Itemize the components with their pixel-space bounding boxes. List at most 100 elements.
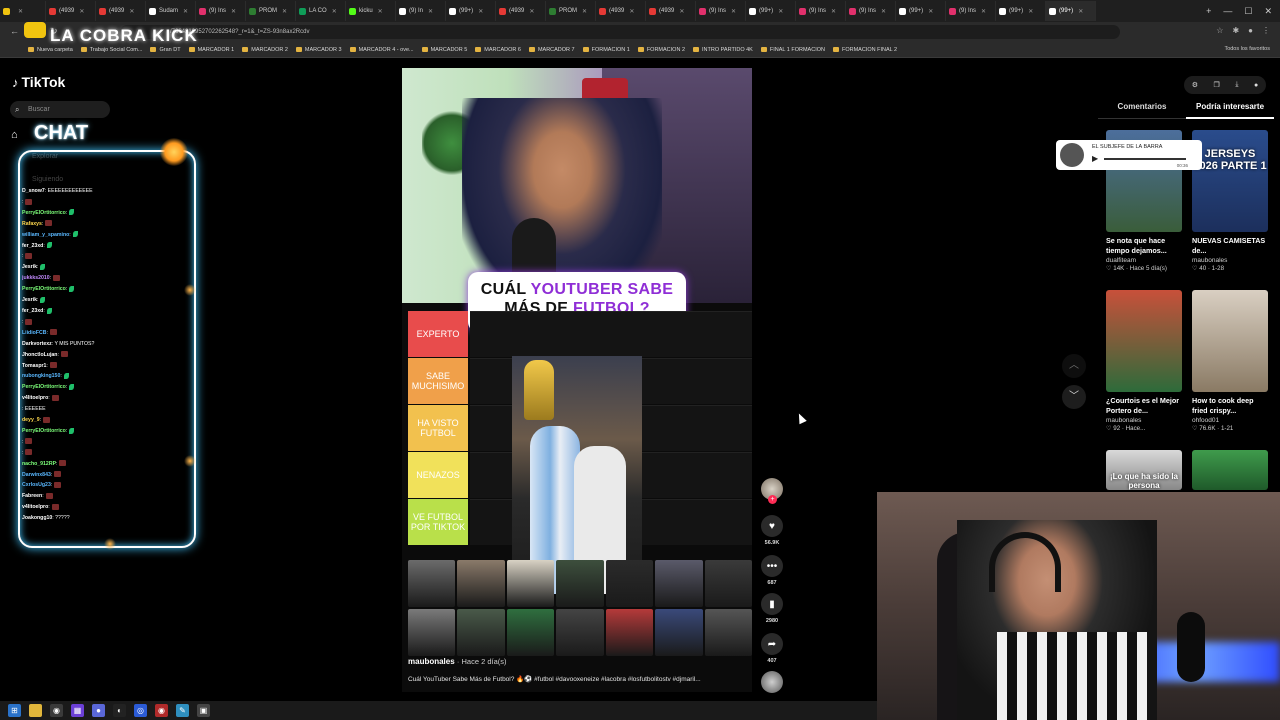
back-icon[interactable]: ← — [10, 26, 19, 36]
settings-icon[interactable]: ⚙ — [1192, 81, 1198, 89]
tab-close-icon[interactable]: ✕ — [778, 8, 783, 15]
profile-icon[interactable]: ● — [1248, 26, 1253, 35]
tab-close-icon[interactable]: ✕ — [282, 8, 287, 15]
profile-avatar-icon[interactable]: ● — [1254, 82, 1258, 89]
chat-username[interactable]: william_y_spamino — [22, 232, 69, 238]
browser-tab[interactable]: (99+) ✕ — [996, 1, 1046, 21]
bookmark-item[interactable]: Nueva carpeta — [28, 47, 73, 53]
tab-close-icon[interactable]: ✕ — [831, 8, 836, 15]
tab-close-icon[interactable]: ✕ — [129, 8, 134, 15]
tab-close-icon[interactable]: ✕ — [1028, 8, 1033, 15]
browser-tab[interactable]: PROM ✕ — [246, 1, 296, 21]
chat-username[interactable]: fer_23xd — [22, 243, 43, 249]
chat-username[interactable]: jukkks2010 — [22, 275, 50, 281]
browser-tab[interactable]: (4939 ✕ — [596, 1, 646, 21]
browser-tab[interactable]: (9) Ins ✕ — [196, 1, 246, 21]
tab-close-icon[interactable]: ✕ — [332, 8, 337, 15]
browser-tab[interactable]: (9) Ins ✕ — [946, 1, 996, 21]
chat-username[interactable]: Joakongg10 — [22, 515, 52, 521]
browser-tab[interactable]: (99+) ✕ — [896, 1, 946, 21]
audio-player-widget[interactable]: EL SUBJEFE DE LA BARRA ▶ 00:36 — [1056, 140, 1202, 170]
tiktok-logo[interactable]: ♪ TikTok — [12, 74, 65, 90]
close-window-icon[interactable]: ✕ — [1264, 6, 1272, 17]
chat-username[interactable]: Darwinx843 — [22, 472, 51, 478]
browser-tab[interactable]: (99+) ✕ — [746, 1, 796, 21]
bookmark-item[interactable]: MARCADOR 6 — [475, 47, 521, 53]
tab-close-icon[interactable]: ✕ — [183, 8, 188, 15]
chat-username[interactable]: PerryElOrtitorrico — [22, 428, 66, 434]
chat-username[interactable]: v4litoelpro — [22, 395, 48, 401]
tab-close-icon[interactable]: ✕ — [928, 8, 933, 15]
chat-username[interactable]: Rafaxys — [22, 221, 42, 227]
browser-tab[interactable]: Sudam ✕ — [146, 1, 196, 21]
tab-close-icon[interactable]: ✕ — [378, 8, 383, 15]
browser-tab[interactable]: kicku ✕ — [346, 1, 396, 21]
home-icon[interactable]: ⌂ — [11, 129, 18, 141]
tab-close-icon[interactable]: ✕ — [629, 8, 634, 15]
tab-close-icon[interactable]: ✕ — [428, 8, 433, 15]
bookmark-item[interactable]: INTRO PARTIDO 4K — [693, 47, 753, 53]
browser-tab[interactable]: (9) In ✕ — [396, 1, 446, 21]
star-icon[interactable]: ☆ — [1216, 26, 1223, 35]
chat-username[interactable]: deyy_9 — [22, 417, 40, 423]
chat-username[interactable]: CxrlosUg23 — [22, 482, 51, 488]
extension-icon[interactable]: ✱ — [1232, 26, 1239, 35]
tab-close-icon[interactable]: ✕ — [79, 8, 84, 15]
browser-icon[interactable]: ◎ — [134, 704, 147, 717]
chat-username[interactable]: PerryElOrtitorrico — [22, 286, 66, 292]
download-icon[interactable]: ⤓ — [1235, 81, 1238, 89]
bookmark-item[interactable]: MARCADOR 2 — [242, 47, 288, 53]
app-grid-icon[interactable]: ▦ — [71, 704, 84, 717]
audio-progress[interactable] — [1104, 158, 1186, 160]
chat-username[interactable]: PerryElOrtitorrico — [22, 210, 66, 216]
share-button[interactable]: ➦ 407 — [760, 633, 784, 664]
chat-username[interactable]: Tomaspr1 — [22, 363, 46, 369]
browser-tab[interactable]: ✕ — [0, 1, 46, 21]
bookmark-item[interactable]: FORMACION 1 — [582, 47, 630, 53]
chat-username[interactable]: Fabreen — [22, 493, 42, 499]
chat-username[interactable]: v4litoelpro — [22, 504, 48, 510]
browser-tab[interactable]: (4939 ✕ — [646, 1, 696, 21]
video-player[interactable]: CUÁL YOUTUBER SABE MÁS DE FUTBOL? EXPERT… — [402, 68, 752, 692]
music-disc-icon[interactable] — [761, 671, 783, 693]
chat-username[interactable]: nacho_912RP — [22, 461, 56, 467]
bookmark-item[interactable]: Trabajo Social Com... — [80, 47, 142, 53]
chat-username[interactable]: LiidioFCB — [22, 330, 47, 336]
browser-tab[interactable]: LA CO ✕ — [296, 1, 346, 21]
bookmark-item[interactable]: Gran DT — [150, 47, 181, 53]
browser-tab[interactable]: (9) Ins ✕ — [796, 1, 846, 21]
follow-plus-icon[interactable]: + — [768, 495, 777, 504]
video-author[interactable]: maubonales · Hace 2 día(s) — [408, 657, 507, 666]
chat-username[interactable]: PerryElOrtitorrico — [22, 384, 66, 390]
tab-close-icon[interactable]: ✕ — [881, 8, 886, 15]
browser-tab[interactable]: (99+) ✕ — [1046, 1, 1096, 21]
bookmark-item[interactable]: MARCADOR 4 - ove... — [349, 47, 414, 53]
discord-icon[interactable]: ● — [92, 704, 105, 717]
bookmark-item[interactable]: MARCADOR 7 — [528, 47, 575, 53]
browser-tab[interactable]: (9) Ins ✕ — [696, 1, 746, 21]
tab-close-icon[interactable]: ✕ — [529, 8, 534, 15]
bookmark-item[interactable]: FINAL 1 FORMACION — [760, 47, 825, 53]
bookmark-item[interactable]: MARCADOR 1 — [188, 47, 234, 53]
previous-video-button[interactable]: ︿ — [1062, 354, 1086, 378]
play-icon[interactable]: ▶ — [1092, 154, 1098, 163]
chat-username[interactable]: fer_23xd — [22, 308, 43, 314]
tab-close-icon[interactable]: ✕ — [478, 8, 483, 15]
chat-username[interactable]: JhonctloLujan — [22, 352, 57, 358]
browser-tab[interactable]: (4939 ✕ — [496, 1, 546, 21]
folder-icon[interactable] — [29, 704, 42, 717]
search-input[interactable]: ⌕ Buscar — [10, 101, 110, 118]
minimize-icon[interactable]: — — [1223, 6, 1232, 16]
obs-icon[interactable]: ◐ — [113, 704, 126, 717]
recorder-icon[interactable]: ◉ — [155, 704, 168, 717]
bookmark-item[interactable]: MARCADOR 5 — [421, 47, 467, 53]
comment-button[interactable]: ••• 687 — [760, 555, 784, 586]
bookmark-item[interactable]: FORMACION 2 — [637, 47, 685, 53]
tab-close-icon[interactable]: ✕ — [231, 8, 236, 15]
notes-icon[interactable]: ✎ — [176, 704, 189, 717]
suggested-video-card[interactable] — [1192, 450, 1268, 490]
copy-icon[interactable]: ❐ — [1214, 81, 1220, 89]
all-bookmarks[interactable]: Todos los favoritos — [1224, 46, 1270, 52]
tab-close-icon[interactable]: ✕ — [18, 8, 23, 15]
window-icon[interactable]: ▣ — [197, 704, 210, 717]
